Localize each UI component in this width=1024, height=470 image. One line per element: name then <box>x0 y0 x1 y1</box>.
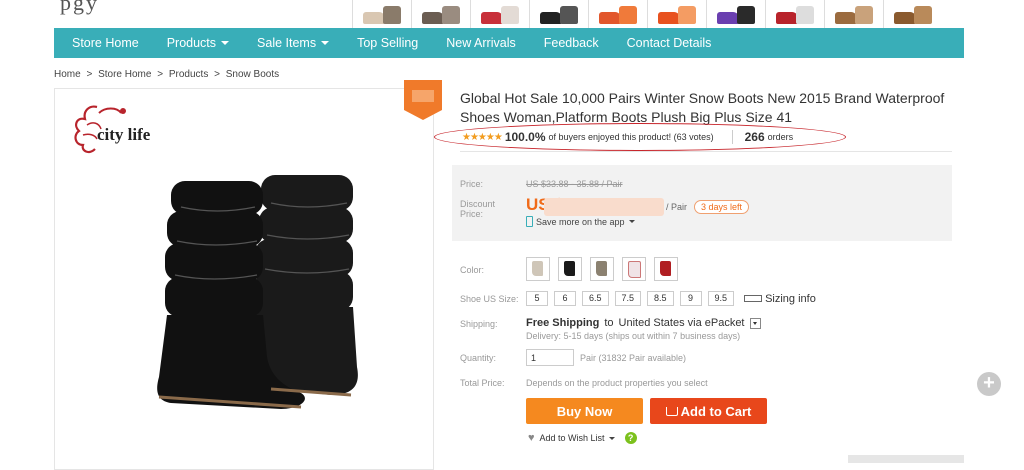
wish-list-row: ♥ Add to Wish List ? <box>528 432 637 444</box>
plus-circle-icon[interactable]: + <box>977 372 1001 396</box>
chevron-down-icon <box>628 220 635 223</box>
brand-name: city life <box>97 125 151 144</box>
breadcrumb-products[interactable]: Products <box>169 69 208 80</box>
banner-thumb[interactable] <box>411 0 470 28</box>
nav-item-top-selling[interactable]: Top Selling <box>357 36 418 50</box>
discount-price-label: Discount Price: <box>460 199 496 219</box>
nav-item-products[interactable]: Products <box>167 36 230 50</box>
banner-thumb[interactable] <box>470 0 529 28</box>
size-option[interactable]: 7.5 <box>614 291 642 306</box>
size-option[interactable]: 9.5 <box>707 291 735 306</box>
total-price-note: Depends on the product properties you se… <box>526 378 708 388</box>
top-banner: pgy <box>0 0 1024 28</box>
nav-item-feedback[interactable]: Feedback <box>544 36 599 50</box>
phone-icon <box>526 216 533 227</box>
save-on-app-link[interactable]: Save more on the app <box>526 216 635 227</box>
price-label: Price: <box>460 179 484 189</box>
shipping-dropdown-icon[interactable] <box>749 317 761 329</box>
banner-thumb[interactable] <box>588 0 647 28</box>
size-option[interactable]: 8.5 <box>647 291 674 306</box>
breadcrumb: Home > Store Home > Products > Snow Boot… <box>54 69 282 80</box>
banner-thumb[interactable] <box>352 0 411 28</box>
banner-thumb[interactable] <box>647 0 706 28</box>
shipping-label: Shipping: <box>460 319 498 329</box>
banner-thumb[interactable] <box>765 0 824 28</box>
breadcrumb-separator: > <box>86 69 93 80</box>
store-logo-fragment: pgy <box>60 0 99 15</box>
shipping-to: to <box>604 317 614 329</box>
breadcrumb-current[interactable]: Snow Boots <box>226 69 279 80</box>
add-to-cart-button[interactable]: Add to Cart <box>650 398 767 424</box>
banner-thumb[interactable] <box>529 0 588 28</box>
quantity-input[interactable]: 1 <box>526 349 574 366</box>
heart-icon: ♥ <box>528 432 535 444</box>
breadcrumb-separator: > <box>214 69 220 80</box>
product-boots-image <box>157 175 358 409</box>
product-image-panel[interactable]: city life <box>54 88 434 470</box>
days-left-badge: 3 days left <box>694 200 750 214</box>
size-option[interactable]: 9 <box>679 291 702 306</box>
shipping-method: Free Shipping <box>526 317 600 329</box>
original-price: US $33.88 - 35.88 / Pair <box>526 179 623 189</box>
size-label: Shoe US Size: <box>460 294 519 304</box>
color-swatches <box>526 257 678 281</box>
price-unit: / Pair <box>666 202 688 212</box>
price-panel: Price: US $33.88 - 35.88 / Pair Discount… <box>452 165 952 241</box>
buy-now-button[interactable]: Buy Now <box>526 398 643 424</box>
nav-item-sale-items[interactable]: Sale Items <box>257 36 330 50</box>
chevron-down-icon <box>321 41 330 45</box>
banner-thumb[interactable] <box>706 0 765 28</box>
add-to-wish-list-link[interactable]: Add to Wish List <box>540 433 605 443</box>
color-swatch[interactable] <box>558 257 582 281</box>
size-option[interactable]: 6.5 <box>582 291 609 306</box>
product-title: Global Hot Sale 10,000 Pairs Winter Snow… <box>460 90 945 125</box>
chevron-down-icon <box>221 41 230 45</box>
breadcrumb-separator: > <box>157 69 164 80</box>
store-nav-bar: Store Home Products Sale Items Top Selli… <box>54 28 964 58</box>
nav-list: Store Home Products Sale Items Top Selli… <box>54 28 964 58</box>
chevron-down-icon[interactable] <box>608 436 615 440</box>
banner-thumb[interactable] <box>824 0 883 28</box>
size-option[interactable]: 5 <box>526 291 548 306</box>
help-icon[interactable]: ? <box>624 432 637 444</box>
breadcrumb-store-home[interactable]: Store Home <box>98 69 151 80</box>
sizing-info-link[interactable]: Sizing info <box>744 293 816 305</box>
nav-item-store-home[interactable]: Store Home <box>72 36 139 50</box>
color-swatch[interactable] <box>622 257 646 281</box>
size-option[interactable]: 6 <box>554 291 576 306</box>
shipping-info: Free Shipping to United States via ePack… <box>526 317 761 329</box>
nav-item-contact-details[interactable]: Contact Details <box>627 36 712 50</box>
total-price-label: Total Price: <box>460 378 505 388</box>
color-swatch[interactable] <box>654 257 678 281</box>
color-swatch[interactable] <box>590 257 614 281</box>
cart-icon <box>665 406 678 416</box>
delivery-estimate: Delivery: 5-15 days (ships out within 7 … <box>526 331 741 341</box>
panel-fragment <box>848 455 964 463</box>
annotation-circle <box>434 123 846 151</box>
quantity-label: Quantity: <box>460 353 497 363</box>
redacted-price <box>544 198 664 216</box>
banner-thumb[interactable] <box>883 0 942 28</box>
shipping-destination[interactable]: United States via ePacket <box>619 317 745 329</box>
color-swatch[interactable] <box>526 257 550 281</box>
ruler-icon <box>744 295 763 302</box>
breadcrumb-home[interactable]: Home <box>54 69 81 80</box>
size-options: 5 6 6.5 7.5 8.5 9 9.5 Sizing info <box>526 291 816 306</box>
divider <box>460 151 952 152</box>
color-label: Color: <box>460 265 485 275</box>
banner-thumbnails <box>352 0 942 28</box>
nav-item-new-arrivals[interactable]: New Arrivals <box>446 36 515 50</box>
discount-ribbon-icon <box>404 80 442 120</box>
quantity-availability: Pair (31832 Pair available) <box>580 353 687 363</box>
